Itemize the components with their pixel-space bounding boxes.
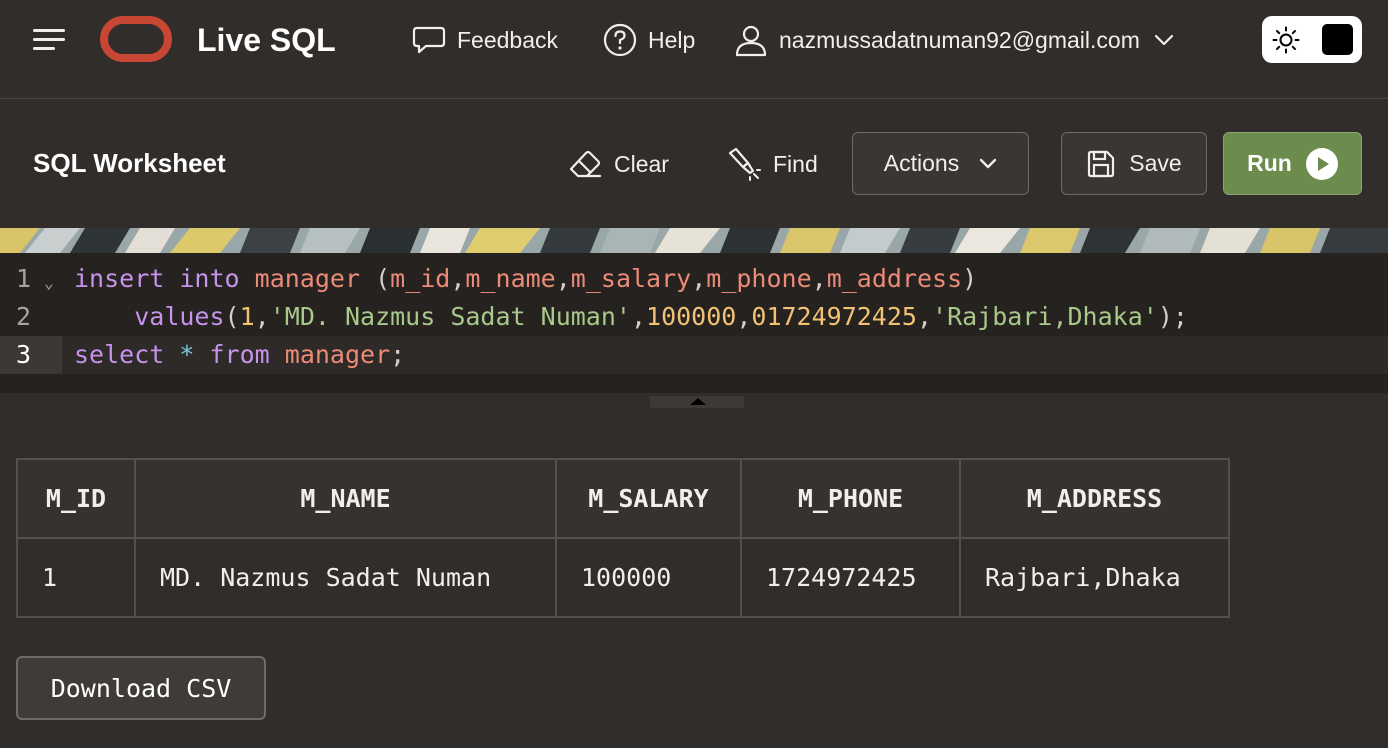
clear-button[interactable]: Clear — [568, 146, 669, 182]
feedback-link[interactable]: Feedback — [412, 24, 558, 56]
line-number: 2 — [16, 302, 32, 331]
actions-label: Actions — [883, 150, 960, 176]
theme-toggle[interactable] — [1262, 16, 1362, 63]
table-cell: 1 — [16, 537, 136, 618]
results-table: M_ID M_NAME M_SALARY M_PHONE M_ADDRESS 1… — [16, 458, 1230, 618]
top-header: Live SQL Feedback Help nazmussadatnuman9… — [0, 0, 1388, 99]
line-number: 3 — [0, 336, 62, 374]
column-header: M_ID — [16, 458, 136, 539]
table-cell: MD. Nazmus Sadat Numan — [134, 537, 557, 618]
table-header-row: M_ID M_NAME M_SALARY M_PHONE M_ADDRESS — [16, 458, 1230, 539]
pane-resize-handle[interactable] — [650, 396, 744, 408]
find-label: Find — [773, 150, 818, 177]
save-button[interactable]: Save — [1061, 132, 1207, 195]
table-cell: Rajbari,Dhaka — [959, 537, 1230, 618]
user-email: nazmussadatnuman92@gmail.com — [779, 26, 1140, 53]
play-icon — [1305, 147, 1338, 180]
feedback-label: Feedback — [457, 26, 559, 53]
dark-mode-icon[interactable] — [1322, 24, 1353, 55]
app-title: Live SQL — [197, 22, 336, 58]
column-header: M_SALARY — [555, 458, 742, 539]
sun-icon — [1272, 26, 1300, 54]
code-line[interactable]: select * from manager; — [62, 336, 1388, 374]
user-menu[interactable]: nazmussadatnuman92@gmail.com — [734, 24, 1174, 57]
chevron-down-icon — [1154, 34, 1173, 46]
speech-bubble-icon — [412, 26, 446, 54]
code-line[interactable]: values(1,'MD. Nazmus Sadat Numan',100000… — [62, 298, 1388, 336]
clear-label: Clear — [614, 150, 669, 177]
download-csv-button[interactable]: Download CSV — [16, 656, 266, 720]
chevron-down-icon — [980, 158, 997, 169]
oracle-logo[interactable] — [100, 16, 172, 62]
column-header: M_ADDRESS — [959, 458, 1230, 539]
column-header: M_NAME — [134, 458, 557, 539]
help-icon — [603, 23, 637, 57]
line-number-gutter: 1 ⌄ 2 3 — [0, 260, 62, 374]
table-cell: 1724972425 — [740, 537, 961, 618]
user-icon — [735, 25, 767, 57]
actions-dropdown[interactable]: Actions — [852, 132, 1029, 195]
run-button[interactable]: Run — [1223, 132, 1362, 195]
floppy-disk-icon — [1088, 150, 1115, 177]
find-button[interactable]: Find — [727, 146, 818, 182]
help-label: Help — [648, 26, 696, 53]
menu-icon[interactable] — [33, 27, 67, 53]
help-link[interactable]: Help — [603, 23, 696, 57]
code-line[interactable]: insert into manager (m_id,m_name,m_salar… — [62, 260, 1388, 298]
page-title: SQL Worksheet — [33, 148, 226, 178]
line-number: 1 ⌄ — [0, 260, 62, 298]
sql-editor[interactable]: 1 ⌄ 2 3 insert into manager (m_id,m_name,… — [0, 253, 1388, 393]
code-area[interactable]: insert into manager (m_id,m_name,m_salar… — [62, 260, 1388, 374]
fold-chevron-icon[interactable]: ⌄ — [44, 264, 54, 302]
column-header: M_PHONE — [740, 458, 961, 539]
flashlight-icon — [728, 147, 761, 181]
decorative-banner — [0, 228, 1388, 253]
run-label: Run — [1247, 150, 1292, 176]
table-row: 1 MD. Nazmus Sadat Numan 100000 17249724… — [16, 537, 1230, 618]
table-cell: 100000 — [555, 537, 742, 618]
save-label: Save — [1129, 150, 1182, 176]
eraser-icon — [569, 150, 602, 178]
